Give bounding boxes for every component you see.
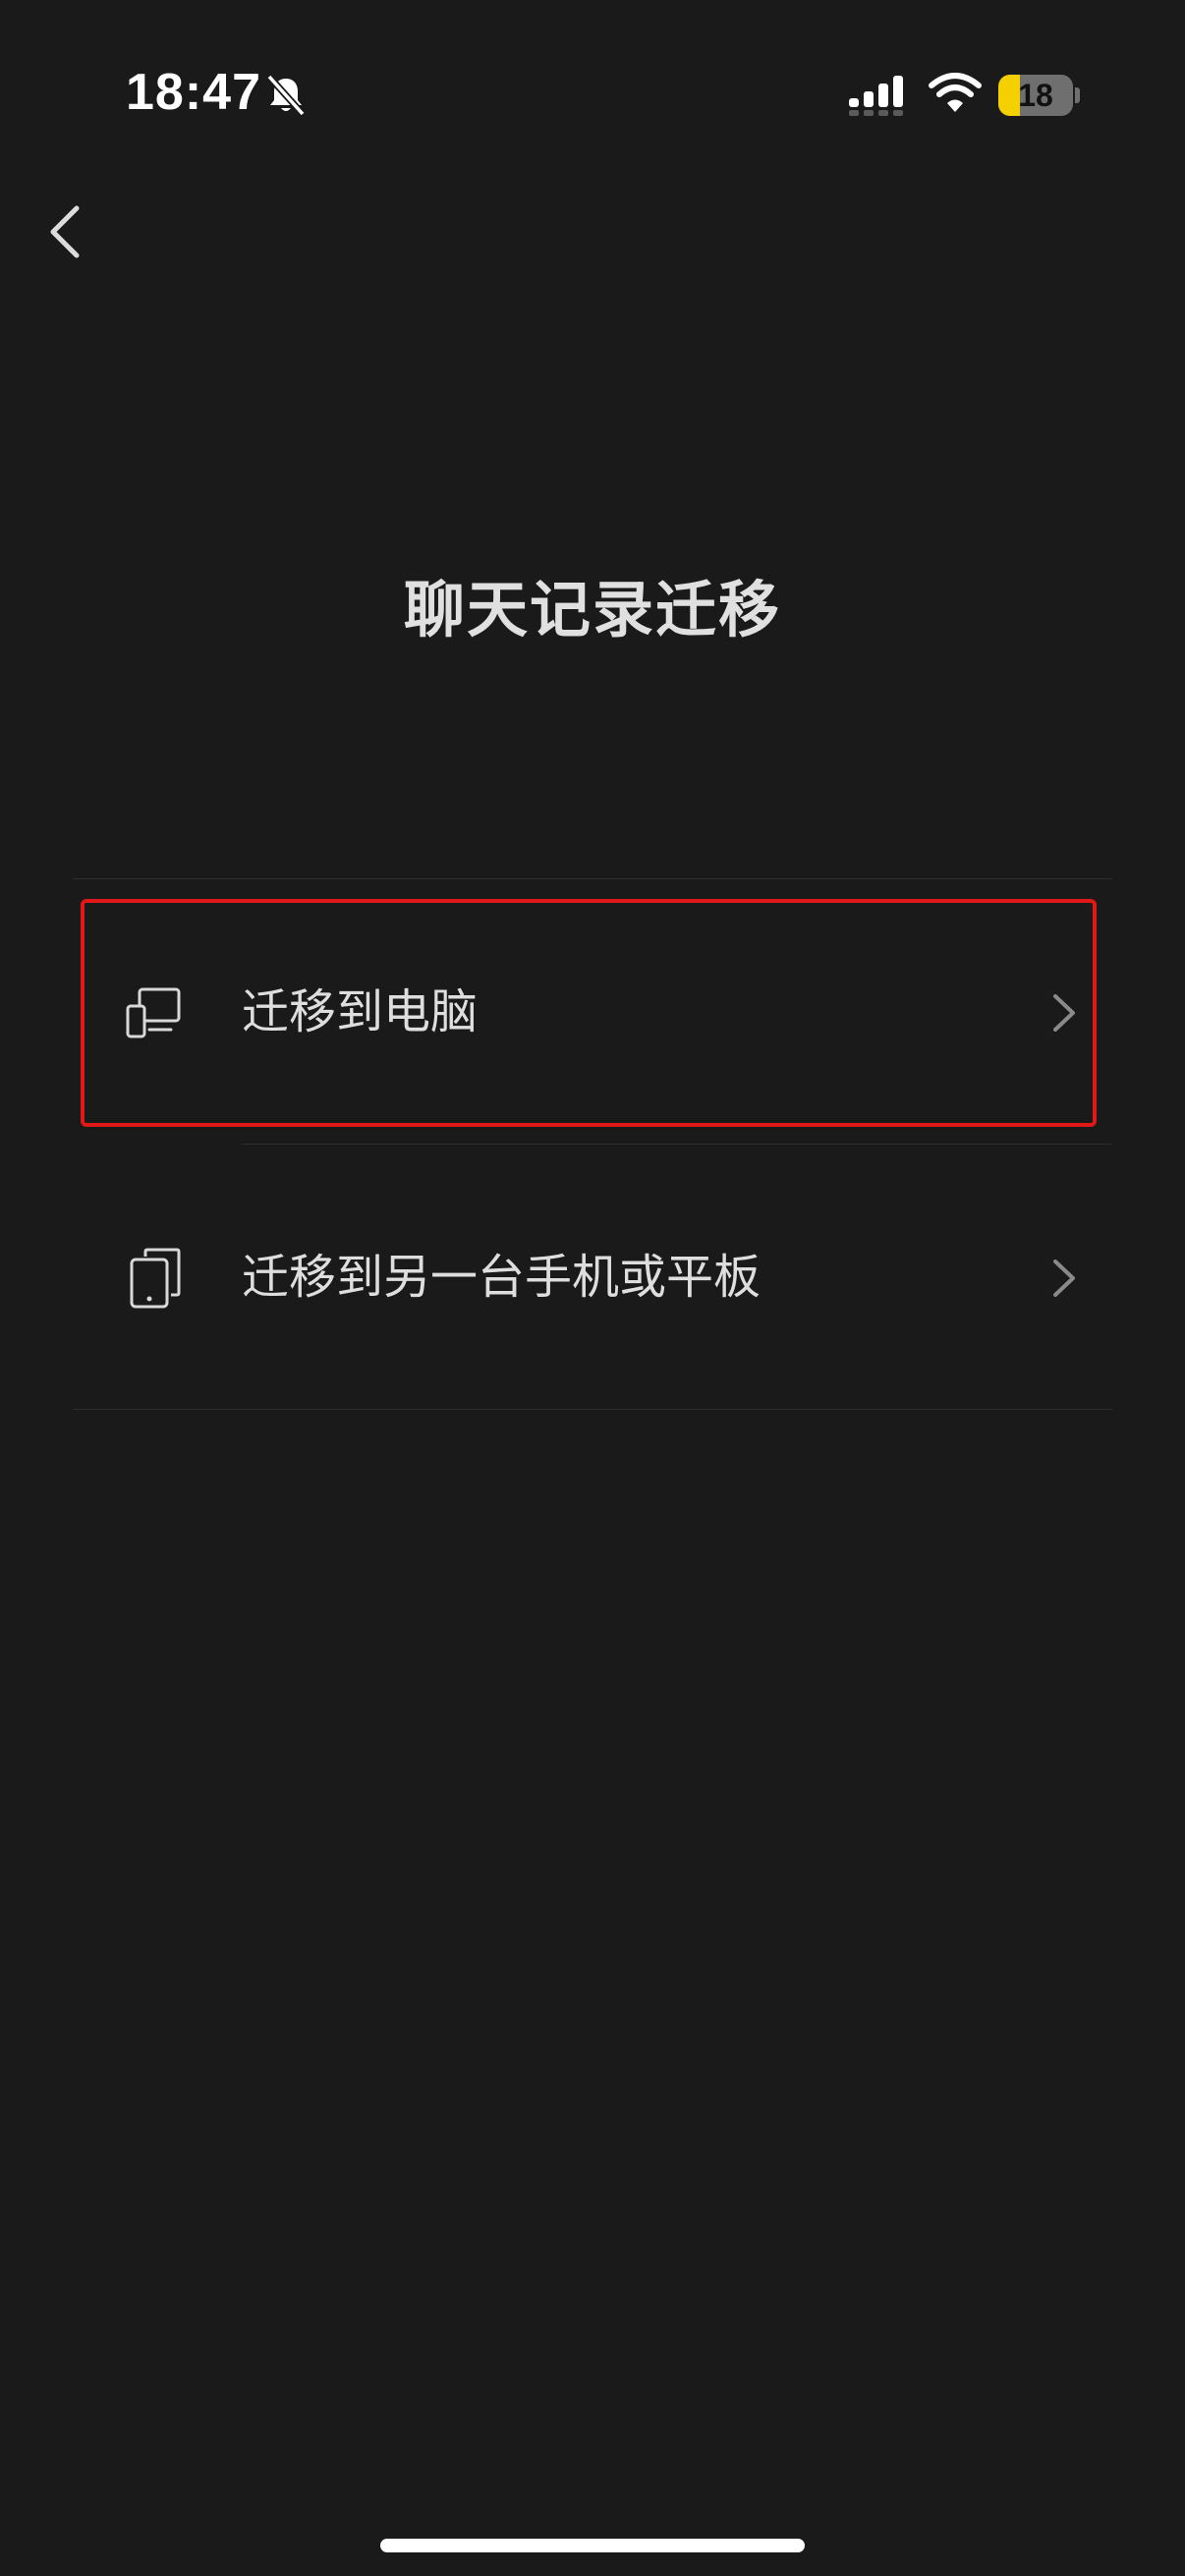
- phone-tablet-icon: [130, 1248, 181, 1309]
- option-migrate-to-phone-tablet[interactable]: 迁移到另一台手机或平板: [73, 1161, 1112, 1393]
- home-indicator[interactable]: [380, 2539, 805, 2552]
- battery-level: 18: [1018, 78, 1053, 113]
- wifi-icon: [929, 73, 982, 112]
- chevron-right-icon: [1053, 994, 1075, 1032]
- list-top-divider: [73, 878, 1112, 879]
- list-bottom-divider: [73, 1409, 1112, 1410]
- bell-slash-icon: [266, 74, 306, 117]
- option-migrate-to-computer[interactable]: 迁移到电脑: [73, 896, 1112, 1128]
- chevron-right-icon: [1053, 1260, 1075, 1297]
- option-label: 迁移到另一台手机或平板: [242, 1250, 762, 1305]
- battery-indicator: 18: [998, 75, 1080, 116]
- page-title: 聊天记录迁移: [403, 574, 781, 645]
- status-bar: 18:47 18: [0, 0, 1185, 187]
- computer-icon: [126, 987, 181, 1038]
- option-label: 迁移到电脑: [242, 984, 479, 1039]
- status-time: 18:47: [126, 64, 261, 121]
- back-button[interactable]: [35, 193, 114, 271]
- cellular-signal-icon: [849, 76, 903, 116]
- list-middle-divider: [242, 1144, 1112, 1145]
- chevron-left-icon: [50, 205, 80, 258]
